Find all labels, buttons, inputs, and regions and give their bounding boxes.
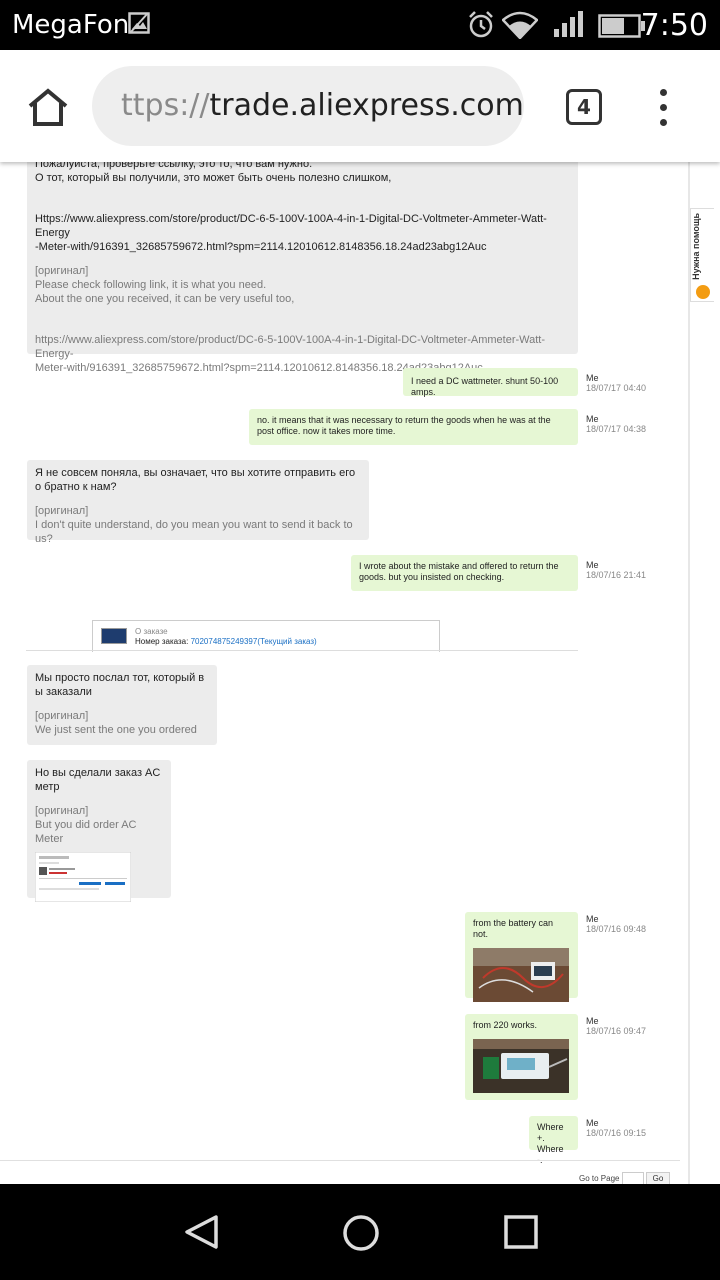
message-line: Https://www.aliexpress.com/store/product…: [35, 213, 547, 239]
sent-message: I wrote about the mistake and offered to…: [351, 555, 578, 591]
scroll-rail: [688, 162, 690, 1184]
home-circle-icon[interactable]: [342, 1214, 380, 1252]
message-line: Пожалуиста, проверьте ссылку, это то, чт…: [35, 162, 313, 170]
sent-message: from the battery can not.: [465, 912, 578, 1002]
message-text: Я не совсем поняла, вы означает, что вы …: [35, 467, 356, 493]
message-sender: Me: [586, 1118, 599, 1128]
help-tab-label: Нужна помощь: [691, 213, 701, 280]
wifi-icon: [502, 11, 538, 39]
message-line: [35, 199, 570, 212]
message-time: 18/07/16 09:47: [586, 1026, 647, 1036]
overflow-menu-icon[interactable]: [652, 86, 676, 130]
original-label: [оригинал]: [35, 805, 89, 817]
message-meta: Me 18/07/17 04:38: [586, 414, 646, 434]
original-line: About the one you received, it can be ve…: [35, 293, 295, 305]
help-icon: [696, 285, 710, 299]
message-time: 18/07/17 04:40: [586, 383, 647, 393]
message-meta: Me 18/07/16 09:48: [586, 914, 646, 934]
message-line: Where +.: [537, 1122, 564, 1143]
message-sender: Me: [586, 560, 599, 570]
original-label: [оригинал]: [35, 265, 89, 277]
sent-message: I need a DC wattmeter. shunt 50-100 amps…: [403, 368, 578, 397]
home-icon[interactable]: [26, 86, 70, 130]
message-time: 18/07/17 04:38: [586, 424, 647, 434]
clock: 7:50: [640, 8, 708, 43]
original-label: [оригинал]: [35, 505, 89, 517]
message-line: -Meter-with/916391_32685759672.html?spm=…: [35, 241, 487, 253]
goto-page-label: Go to Page: [579, 1174, 620, 1183]
message-sender: Me: [586, 914, 599, 924]
received-message: Пожалуиста, проверьте ссылку, это то, чт…: [27, 162, 578, 374]
page-number-input[interactable]: [622, 1172, 644, 1184]
received-message: Я не совсем поняла, вы означает, что вы …: [27, 460, 369, 545]
message-time: 18/07/16 09:48: [586, 924, 647, 934]
order-number-line: Номер заказа: 702074875249397(Текущий за…: [135, 637, 317, 646]
sent-message: no. it means that it was necessary to re…: [249, 409, 578, 445]
battery-icon: [598, 14, 645, 38]
sent-message: from 220 works.: [465, 1014, 578, 1100]
chat-content[interactable]: Нужна помощь Пожалуиста, проверьте ссылк…: [0, 162, 720, 1184]
divider: [26, 650, 578, 651]
message-text: from 220 works.: [473, 1020, 538, 1030]
carrier-name: MegaFon: [12, 10, 130, 40]
original-line: [35, 306, 570, 320]
browser-toolbar: ttps://trade.aliexpress.com 4: [0, 50, 720, 162]
navigation-bar: [0, 1184, 720, 1280]
original-text: But you did order AC Meter: [35, 819, 137, 845]
message-meta: Me 18/07/16 09:47: [586, 1016, 646, 1036]
original-text: I don't quite understand, do you mean yo…: [35, 519, 353, 545]
message-line: О тот, который вы получили, это может бы…: [35, 172, 392, 184]
alarm-icon: [469, 11, 493, 38]
order-number-link[interactable]: 702074875249397(Текущий заказ): [191, 637, 317, 646]
message-time: 18/07/16 21:41: [586, 570, 647, 580]
help-tab[interactable]: Нужна помощь: [690, 208, 714, 302]
attached-photo[interactable]: [473, 1039, 569, 1093]
message-meta: Me 18/07/17 04:40: [586, 373, 646, 393]
received-message: Мы просто послал тот, который в ы заказа…: [27, 665, 217, 745]
go-button[interactable]: Go: [646, 1172, 670, 1184]
message-meta: Me 18/07/16 09:15: [586, 1118, 646, 1138]
url-scheme: ttps://: [121, 88, 210, 123]
tab-switcher-button[interactable]: 4: [566, 89, 602, 125]
message-text: from the battery can not.: [473, 918, 554, 939]
original-line: https://www.aliexpress.com/store/product…: [35, 334, 546, 360]
message-meta: Me 18/07/16 21:41: [586, 560, 646, 580]
message-line: Where -.: [537, 1144, 564, 1165]
status-bar: MegaFon 7:50: [0, 0, 720, 50]
image-icon: [128, 12, 150, 34]
attached-screenshot[interactable]: [35, 852, 131, 902]
order-card-title: О заказе: [135, 627, 168, 636]
message-text: Но вы сделали заказ AC метр: [35, 767, 161, 793]
message-line: [35, 185, 570, 199]
original-line: Please check following link, it is what …: [35, 279, 267, 291]
message-text: Мы просто послал тот, который в ы заказа…: [35, 672, 205, 698]
recents-icon[interactable]: [503, 1214, 539, 1250]
message-time: 18/07/16 09:15: [586, 1128, 647, 1138]
order-card[interactable]: О заказе Номер заказа: 702074875249397(Т…: [92, 620, 440, 652]
url-host: trade.aliexpress.com: [209, 88, 524, 123]
order-number-label: Номер заказа:: [135, 637, 189, 646]
back-icon[interactable]: [182, 1214, 220, 1250]
url-text[interactable]: ttps://trade.aliexpress.com: [121, 88, 524, 123]
original-line: [35, 320, 570, 333]
signal-icon: [554, 11, 583, 37]
divider: [0, 1160, 680, 1161]
original-label: [оригинал]: [35, 710, 89, 722]
message-text: no. it means that it was necessary to re…: [257, 415, 551, 436]
message-sender: Me: [586, 1016, 599, 1026]
message-sender: Me: [586, 373, 599, 383]
order-thumbnail: [101, 628, 127, 644]
message-text: I need a DC wattmeter. shunt 50-100 amps…: [411, 376, 559, 397]
sent-message: Where +. Where -.: [529, 1116, 578, 1165]
attached-photo[interactable]: [473, 948, 569, 1002]
message-sender: Me: [586, 414, 599, 424]
received-message: Но вы сделали заказ AC метр [оригинал] B…: [27, 760, 171, 902]
message-text: I wrote about the mistake and offered to…: [359, 561, 559, 582]
original-text: We just sent the one you ordered: [35, 724, 197, 736]
address-bar[interactable]: ttps://trade.aliexpress.com: [92, 66, 524, 146]
